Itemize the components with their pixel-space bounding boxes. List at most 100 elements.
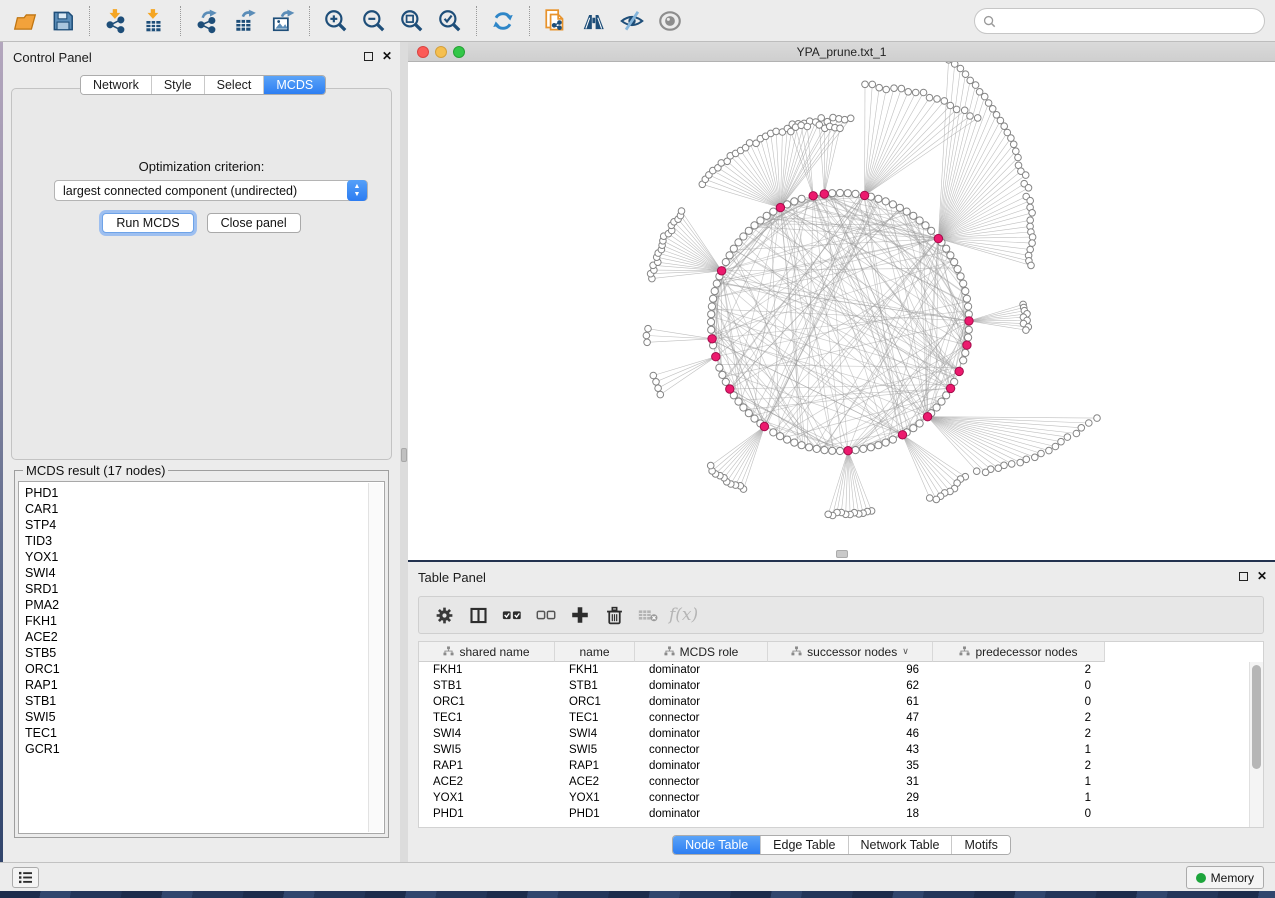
table-cell[interactable]: 0: [933, 806, 1105, 822]
table-cell[interactable]: connector: [635, 710, 768, 726]
table-row[interactable]: RAP1RAP1dominator352: [419, 758, 1249, 774]
tab-node-table[interactable]: Node Table: [673, 836, 760, 854]
result-list-item[interactable]: FKH1: [25, 613, 366, 629]
horizontal-splitter-handle[interactable]: [836, 550, 848, 558]
memory-button[interactable]: Memory: [1186, 866, 1264, 889]
tab-mcds[interactable]: MCDS: [263, 76, 325, 94]
create-column-button[interactable]: [565, 600, 595, 630]
column-header-successor-nodes[interactable]: successor nodes∨: [768, 642, 933, 662]
close-panel-icon[interactable]: ✕: [382, 51, 392, 61]
show-columns-button[interactable]: [463, 600, 493, 630]
table-cell[interactable]: dominator: [635, 806, 768, 822]
first-neighbors-button[interactable]: [577, 4, 611, 38]
table-cell[interactable]: SWI4: [419, 726, 555, 742]
table-cell[interactable]: STB1: [419, 678, 555, 694]
table-cell[interactable]: 43: [768, 742, 933, 758]
table-cell[interactable]: dominator: [635, 726, 768, 742]
table-row[interactable]: SWI4SWI4dominator462: [419, 726, 1249, 742]
zoom-fit-button[interactable]: [395, 4, 429, 38]
table-cell[interactable]: 35: [768, 758, 933, 774]
zoom-selected-button[interactable]: [433, 4, 467, 38]
result-list-item[interactable]: YOX1: [25, 549, 366, 565]
table-cell[interactable]: dominator: [635, 758, 768, 774]
table-row[interactable]: PHD1PHD1dominator180: [419, 806, 1249, 822]
table-row[interactable]: TEC1TEC1connector472: [419, 710, 1249, 726]
table-cell[interactable]: connector: [635, 774, 768, 790]
table-cell[interactable]: connector: [635, 790, 768, 806]
table-cell[interactable]: TEC1: [555, 710, 635, 726]
zoom-out-button[interactable]: [357, 4, 391, 38]
table-row[interactable]: ORC1ORC1dominator610: [419, 694, 1249, 710]
close-table-panel-icon[interactable]: ✕: [1257, 571, 1267, 581]
column-header-predecessor-nodes[interactable]: predecessor nodes: [933, 642, 1105, 662]
table-row[interactable]: FKH1FKH1dominator962: [419, 662, 1249, 678]
hide-selected-button[interactable]: [615, 4, 649, 38]
table-cell[interactable]: RAP1: [555, 758, 635, 774]
result-list-item[interactable]: PHD1: [25, 485, 366, 501]
table-cell[interactable]: 2: [933, 726, 1105, 742]
new-network-from-selection-button[interactable]: [539, 4, 573, 38]
table-cell[interactable]: 2: [933, 758, 1105, 774]
table-cell[interactable]: 0: [933, 694, 1105, 710]
network-canvas[interactable]: [408, 62, 1275, 560]
tab-select[interactable]: Select: [204, 76, 264, 94]
table-cell[interactable]: connector: [635, 742, 768, 758]
deselect-all-rows-button[interactable]: [531, 600, 561, 630]
result-list-item[interactable]: STP4: [25, 517, 366, 533]
table-cell[interactable]: ACE2: [555, 774, 635, 790]
table-row[interactable]: STB1STB1dominator620: [419, 678, 1249, 694]
export-network-button[interactable]: [190, 4, 224, 38]
export-table-button[interactable]: [228, 4, 262, 38]
result-list-item[interactable]: TID3: [25, 533, 366, 549]
table-cell[interactable]: 62: [768, 678, 933, 694]
column-header-name[interactable]: name: [555, 642, 635, 662]
result-list-item[interactable]: TEC1: [25, 725, 366, 741]
table-cell[interactable]: STB1: [555, 678, 635, 694]
tab-style[interactable]: Style: [151, 76, 204, 94]
table-cell[interactable]: YOX1: [419, 790, 555, 806]
table-cell[interactable]: YOX1: [555, 790, 635, 806]
table-row[interactable]: SWI5SWI5connector431: [419, 742, 1249, 758]
criterion-dropdown[interactable]: largest connected component (undirected)…: [54, 180, 368, 201]
table-cell[interactable]: 1: [933, 790, 1105, 806]
tab-edge-table[interactable]: Edge Table: [760, 836, 847, 854]
table-cell[interactable]: SWI5: [419, 742, 555, 758]
table-cell[interactable]: SWI5: [555, 742, 635, 758]
table-cell[interactable]: dominator: [635, 678, 768, 694]
vertical-splitter-handle[interactable]: [401, 448, 407, 462]
table-cell[interactable]: 0: [933, 678, 1105, 694]
search-input[interactable]: [996, 11, 1264, 31]
delete-columns-button[interactable]: [599, 600, 629, 630]
result-list-item[interactable]: CAR1: [25, 501, 366, 517]
table-cell[interactable]: 2: [933, 710, 1105, 726]
float-panel-icon[interactable]: [364, 52, 373, 61]
table-cell[interactable]: 2: [933, 662, 1105, 678]
result-list-item[interactable]: STB5: [25, 645, 366, 661]
result-list-item[interactable]: ACE2: [25, 629, 366, 645]
table-options-gear-button[interactable]: [429, 600, 459, 630]
tab-motifs[interactable]: Motifs: [951, 836, 1009, 854]
result-list-item[interactable]: PMA2: [25, 597, 366, 613]
table-cell[interactable]: FKH1: [419, 662, 555, 678]
float-table-panel-icon[interactable]: [1239, 572, 1248, 581]
table-cell[interactable]: ORC1: [555, 694, 635, 710]
table-cell[interactable]: 18: [768, 806, 933, 822]
result-list-item[interactable]: STB1: [25, 693, 366, 709]
table-cell[interactable]: 1: [933, 774, 1105, 790]
column-header-MCDS-role[interactable]: MCDS role: [635, 642, 768, 662]
run-mcds-button[interactable]: Run MCDS: [102, 213, 193, 233]
table-cell[interactable]: 1: [933, 742, 1105, 758]
result-list-item[interactable]: ORC1: [25, 661, 366, 677]
table-cell[interactable]: 31: [768, 774, 933, 790]
export-image-button[interactable]: [266, 4, 300, 38]
result-list-item[interactable]: RAP1: [25, 677, 366, 693]
table-cell[interactable]: 47: [768, 710, 933, 726]
select-all-rows-button[interactable]: [497, 600, 527, 630]
table-cell[interactable]: RAP1: [419, 758, 555, 774]
close-panel-button[interactable]: Close panel: [207, 213, 301, 233]
apply-layout-button[interactable]: [486, 4, 520, 38]
import-network-button[interactable]: [99, 4, 133, 38]
table-cell[interactable]: SWI4: [555, 726, 635, 742]
table-cell[interactable]: 61: [768, 694, 933, 710]
tab-network[interactable]: Network: [81, 76, 151, 94]
